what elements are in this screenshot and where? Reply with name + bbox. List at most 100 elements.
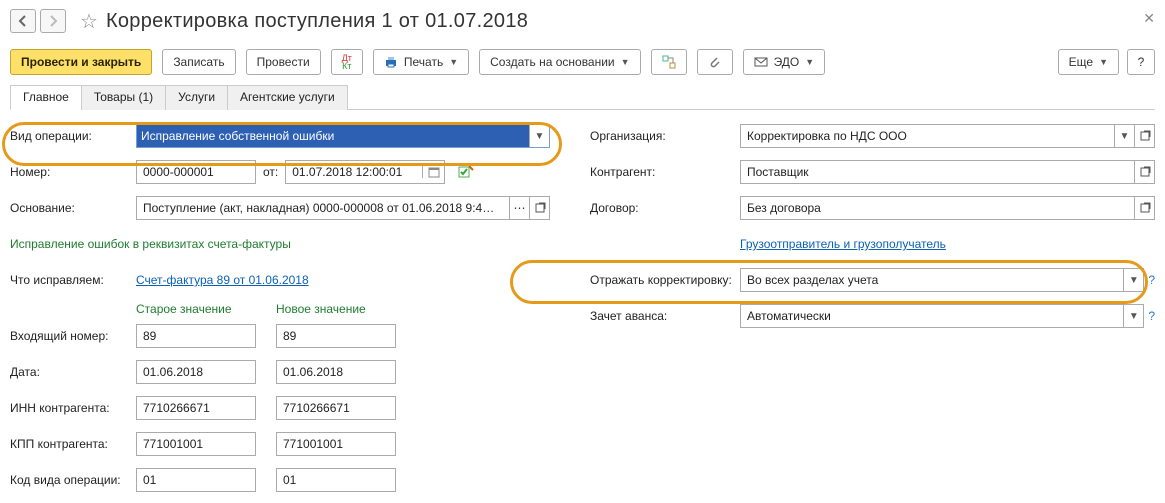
kpp-new[interactable]: 771001001 — [276, 432, 396, 456]
advance-help-icon[interactable]: ? — [1148, 309, 1155, 323]
incoming-number-new[interactable]: 89 — [276, 324, 396, 348]
title-bar: ☆ Корректировка поступления 1 от 01.07.2… — [10, 0, 1155, 42]
from-label: от: — [263, 165, 278, 179]
advance-combo[interactable]: Автоматически ▼ — [740, 304, 1144, 328]
print-button[interactable]: Печать ▼ — [373, 49, 469, 75]
create-on-basis-button[interactable]: Создать на основании ▼ — [479, 49, 640, 75]
date-input[interactable]: 01.07.2018 12:00:01 — [285, 160, 445, 184]
more-button[interactable]: Еще ▼ — [1058, 49, 1119, 75]
rekv-text: Исправление ошибок в реквизитах счета-фа… — [10, 237, 291, 251]
reflect-row: Отражать корректировку: Во всех разделах… — [590, 264, 1155, 296]
org-combo[interactable]: Корректировка по НДС ООО ▼ — [740, 124, 1155, 148]
incoming-number-label: Входящий номер: — [10, 329, 136, 343]
posted-status-icon — [457, 163, 475, 181]
edo-button[interactable]: ЭДО ▼ — [743, 49, 826, 75]
invoice-link[interactable]: Счет-фактура 89 от 01.06.2018 — [136, 273, 309, 287]
sf-date-new[interactable]: 01.06.2018 — [276, 360, 396, 384]
structure-icon — [662, 55, 676, 69]
favorite-star-icon[interactable]: ☆ — [80, 9, 98, 34]
chevron-down-icon[interactable]: ▼ — [1123, 269, 1143, 291]
tabs: Главное Товары (1) Услуги Агентские услу… — [10, 84, 1155, 110]
open-icon[interactable] — [1134, 197, 1154, 219]
kod-label: Код вида операции: — [10, 473, 136, 487]
calendar-icon[interactable] — [422, 166, 444, 178]
chevron-down-icon[interactable]: ▼ — [1114, 125, 1134, 147]
chevron-down-icon[interactable]: ▼ — [1123, 305, 1143, 327]
reflect-label: Отражать корректировку: — [590, 273, 740, 287]
basis-input[interactable]: Поступление (акт, накладная) 0000-000008… — [136, 196, 550, 220]
shipper-consignee-link[interactable]: Грузоотправитель и грузополучатель — [740, 237, 946, 251]
chevron-down-icon: ▼ — [449, 57, 458, 67]
rekv-info: Исправление ошибок в реквизитах счета-фа… — [10, 228, 550, 260]
kod-old[interactable]: 01 — [136, 468, 256, 492]
close-button[interactable]: ✕ — [1143, 10, 1155, 27]
basis-label: Основание: — [10, 201, 136, 215]
inn-old[interactable]: 7710266671 — [136, 396, 256, 420]
old-value-header: Старое значение — [136, 302, 256, 316]
old-new-headers: Старое значение Новое значение — [136, 302, 550, 316]
forward-button[interactable] — [40, 9, 66, 33]
chevron-down-icon: ▼ — [1099, 57, 1108, 67]
edo-label: ЭДО — [774, 55, 800, 69]
tab-goods[interactable]: Товары (1) — [81, 85, 166, 110]
contract-combo[interactable]: Без договора — [740, 196, 1155, 220]
open-icon[interactable] — [1134, 125, 1154, 147]
new-value-header: Новое значение — [276, 302, 396, 316]
kpp-row: КПП контрагента: 771001001 771001001 — [10, 428, 550, 460]
window-title: Корректировка поступления 1 от 01.07.201… — [106, 10, 528, 33]
basis-row: Основание: Поступление (акт, накладная) … — [10, 192, 550, 224]
dtkt-icon: ДтКт — [342, 54, 352, 70]
org-row: Организация: Корректировка по НДС ООО ▼ — [590, 120, 1155, 152]
tab-agent-services[interactable]: Агентские услуги — [227, 85, 348, 110]
tab-main[interactable]: Главное — [10, 85, 82, 110]
sf-date-row: Дата: 01.06.2018 01.06.2018 — [10, 356, 550, 388]
attach-button[interactable] — [697, 49, 733, 75]
kod-new[interactable]: 01 — [276, 468, 396, 492]
contra-row: Контрагент: Поставщик — [590, 156, 1155, 188]
ellipsis-icon[interactable]: ⋯ — [509, 197, 529, 219]
number-row: Номер: 0000-000001 от: 01.07.2018 12:00:… — [10, 156, 550, 188]
paperclip-icon — [708, 55, 722, 69]
contract-label: Договор: — [590, 201, 740, 215]
fix-label: Что исправляем: — [10, 273, 136, 287]
kpp-old[interactable]: 771001001 — [136, 432, 256, 456]
printer-icon — [384, 55, 398, 69]
chevron-down-icon[interactable]: ▼ — [529, 125, 549, 147]
arrow-right-icon — [47, 15, 59, 27]
incoming-number-row: Входящий номер: 89 89 — [10, 320, 550, 352]
post-and-close-button[interactable]: Провести и закрыть — [10, 49, 152, 75]
sf-date-label: Дата: — [10, 365, 136, 379]
reflect-combo[interactable]: Во всех разделах учета ▼ — [740, 268, 1144, 292]
reflect-help-icon[interactable]: ? — [1148, 273, 1155, 287]
structure-button[interactable] — [651, 49, 687, 75]
advance-row: Зачет аванса: Автоматически ▼ ? — [590, 300, 1155, 332]
number-input[interactable]: 0000-000001 — [136, 160, 256, 184]
inn-row: ИНН контрагента: 7710266671 7710266671 — [10, 392, 550, 424]
inn-new[interactable]: 7710266671 — [276, 396, 396, 420]
sf-date-old[interactable]: 01.06.2018 — [136, 360, 256, 384]
operation-type-label: Вид операции: — [10, 129, 136, 143]
inn-label: ИНН контрагента: — [10, 401, 136, 415]
help-button[interactable]: ? — [1127, 49, 1155, 75]
tab-services[interactable]: Услуги — [165, 85, 228, 110]
arrow-left-icon — [17, 15, 29, 27]
contra-label: Контрагент: — [590, 165, 740, 179]
number-label: Номер: — [10, 165, 136, 179]
more-label: Еще — [1069, 55, 1093, 69]
kod-row: Код вида операции: 01 01 — [10, 464, 550, 496]
create-basis-label: Создать на основании — [490, 55, 615, 69]
chevron-down-icon: ▼ — [621, 57, 630, 67]
operation-type-combo[interactable]: Исправление собственной ошибки ▼ — [136, 124, 550, 148]
open-icon[interactable] — [529, 197, 549, 219]
form-area: Вид операции: Исправление собственной ош… — [10, 110, 1155, 500]
incoming-number-old[interactable]: 89 — [136, 324, 256, 348]
gruzo-row: Грузоотправитель и грузополучатель — [590, 228, 1155, 260]
dtkt-button[interactable]: ДтКт — [331, 49, 363, 75]
back-button[interactable] — [10, 9, 36, 33]
kpp-label: КПП контрагента: — [10, 437, 136, 451]
edo-icon — [754, 55, 768, 69]
contra-combo[interactable]: Поставщик — [740, 160, 1155, 184]
post-button[interactable]: Провести — [246, 49, 321, 75]
write-button[interactable]: Записать — [162, 49, 235, 75]
open-icon[interactable] — [1134, 161, 1154, 183]
